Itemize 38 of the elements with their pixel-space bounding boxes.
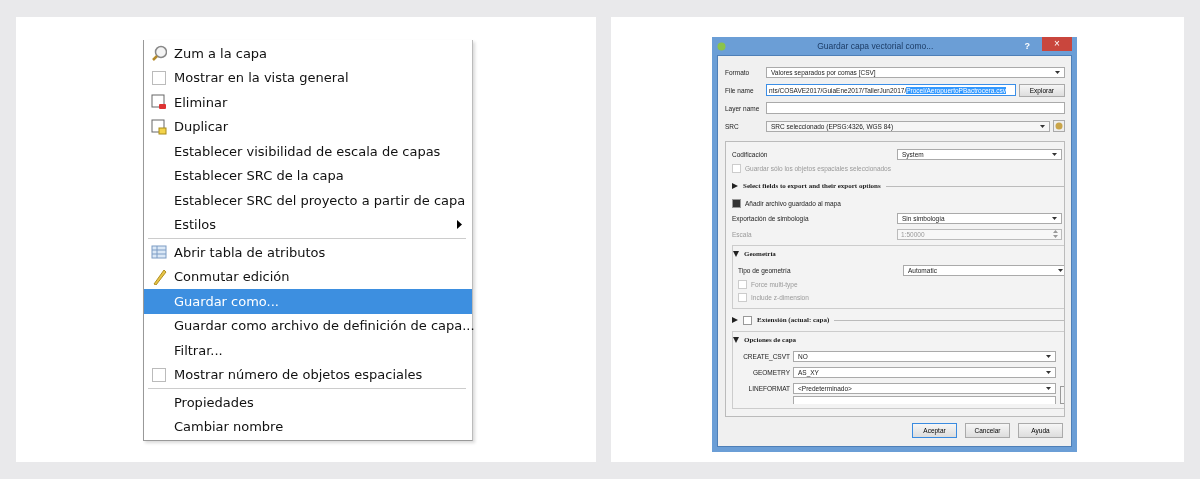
menu-item[interactable]: Mostrar en la vista general — [144, 65, 472, 90]
menu-item[interactable]: Zum a la capa — [144, 41, 472, 66]
checkbox[interactable] — [743, 315, 752, 325]
checkbox[interactable] — [152, 367, 166, 382]
dropdown-arrow-icon — [1040, 124, 1045, 128]
magnifier-icon — [151, 45, 167, 62]
checkbox[interactable] — [732, 199, 741, 208]
layer-remove-icon — [151, 94, 167, 111]
spin-arrows-icon — [1053, 230, 1058, 238]
menu-item[interactable]: Establecer SRC de la capa — [144, 163, 472, 188]
menu-item[interactable]: Duplicar — [144, 114, 472, 139]
menu-item[interactable]: Propiedades — [144, 390, 472, 415]
dropdown-arrow-icon — [1046, 370, 1051, 374]
app-logo-icon — [717, 41, 726, 51]
dropdown-arrow-icon — [1046, 354, 1051, 358]
dropdown-arrow-icon — [1055, 70, 1060, 74]
table-icon — [151, 244, 167, 261]
window-title: Guardar capa vectorial como... — [816, 41, 935, 51]
checkbox[interactable] — [152, 70, 166, 85]
pencil-icon — [151, 268, 167, 285]
input-field[interactable] — [766, 102, 1065, 114]
menu-item[interactable]: Filtrar... — [144, 338, 472, 363]
menu-item[interactable]: Guardar como archivo de definición de capa... — [144, 313, 472, 338]
dropdown-arrow-icon — [1046, 386, 1051, 390]
dropdown-arrow-icon — [1052, 152, 1057, 156]
menu-item[interactable]: Estilos — [144, 212, 472, 237]
menu-item[interactable]: Establecer SRC del proyecto a partir de capa — [144, 188, 472, 213]
menu-item[interactable]: Abrir tabla de atributos — [144, 240, 472, 265]
dropdown-arrow-icon — [1052, 216, 1057, 220]
menu-item[interactable]: Cambiar nombre — [144, 414, 472, 439]
submenu-arrow-icon — [457, 220, 462, 230]
menu-item[interactable]: Mostrar número de objetos espaciales — [144, 362, 472, 387]
menu-item[interactable]: Conmutar edición — [144, 264, 472, 289]
menu-item[interactable]: Eliminar — [144, 90, 472, 115]
layer-duplicate-icon — [151, 118, 167, 135]
close-button[interactable]: × — [1042, 37, 1072, 51]
menu-item[interactable]: Establecer visibilidad de escala de capas — [144, 139, 472, 164]
dropdown-arrow-icon — [1058, 268, 1063, 272]
